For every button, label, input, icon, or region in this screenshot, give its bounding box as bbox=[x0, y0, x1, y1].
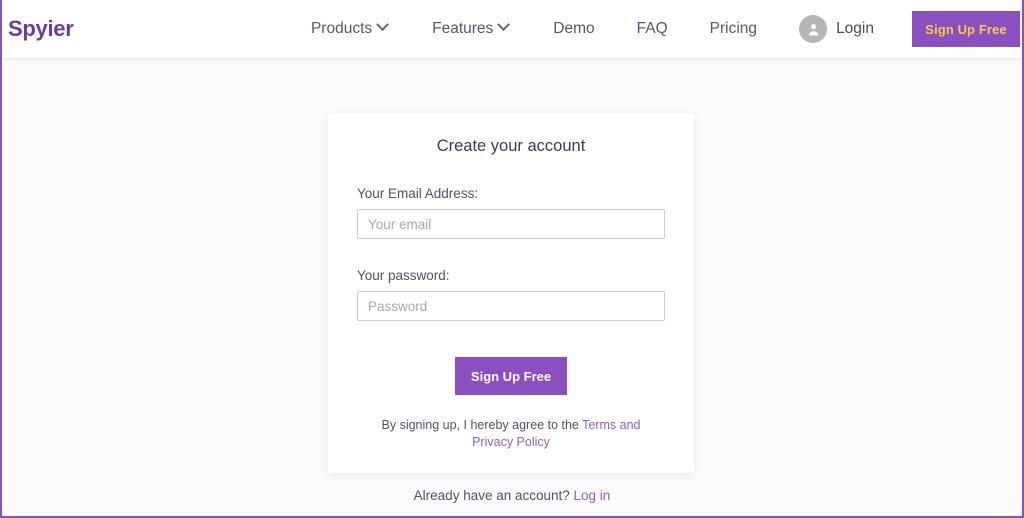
chevron-down-icon bbox=[376, 18, 389, 32]
main-navigation: Products Features Demo FAQ Pricing Login… bbox=[311, 11, 1022, 47]
nav-item-label: Products bbox=[310, 20, 373, 37]
password-input[interactable] bbox=[357, 291, 665, 321]
page-title: Create your account bbox=[436, 137, 586, 155]
login-label: Login bbox=[836, 20, 874, 37]
header-signup-button[interactable]: Sign Up Free bbox=[912, 11, 1020, 47]
user-avatar-icon bbox=[799, 15, 828, 43]
nav-item-features[interactable]: Features bbox=[432, 18, 511, 38]
nav-item-faq[interactable]: FAQ bbox=[637, 20, 668, 38]
terms-agreement-text: By signing up, I hereby agree to the Ter… bbox=[357, 417, 665, 451]
have-account-text: Already have an account? bbox=[413, 488, 574, 503]
have-account-row: Already have an account? Log in bbox=[2, 488, 1022, 503]
email-field-label: Your Email Address: bbox=[357, 186, 479, 201]
terms-prefix: By signing up, I hereby agree to the bbox=[381, 418, 583, 432]
nav-item-label: Pricing bbox=[709, 20, 758, 37]
email-input[interactable] bbox=[357, 209, 665, 239]
main-content: Create your account Your Email Address: … bbox=[2, 58, 1022, 516]
login-link-bottom[interactable]: Log in bbox=[574, 488, 611, 503]
nav-item-label: Features bbox=[432, 20, 494, 37]
password-field-label: Your password: bbox=[357, 268, 450, 283]
nav-item-label: FAQ bbox=[636, 20, 668, 37]
nav-item-label: Demo bbox=[553, 20, 595, 37]
chevron-down-icon bbox=[497, 18, 511, 32]
signup-card: Create your account Your Email Address: … bbox=[328, 113, 694, 473]
signup-submit-button[interactable]: Sign Up Free bbox=[455, 357, 567, 395]
brand-logo[interactable]: Spyier bbox=[8, 16, 74, 42]
page-root: Spyier Products Features Demo FAQ Pricin… bbox=[2, 0, 1022, 516]
site-header: Spyier Products Features Demo FAQ Pricin… bbox=[2, 0, 1022, 58]
submit-row: Sign Up Free bbox=[357, 357, 665, 395]
nav-item-demo[interactable]: Demo bbox=[553, 20, 594, 38]
nav-item-products[interactable]: Products bbox=[310, 18, 389, 38]
nav-item-pricing[interactable]: Pricing bbox=[710, 20, 757, 38]
login-link[interactable]: Login bbox=[799, 15, 874, 43]
